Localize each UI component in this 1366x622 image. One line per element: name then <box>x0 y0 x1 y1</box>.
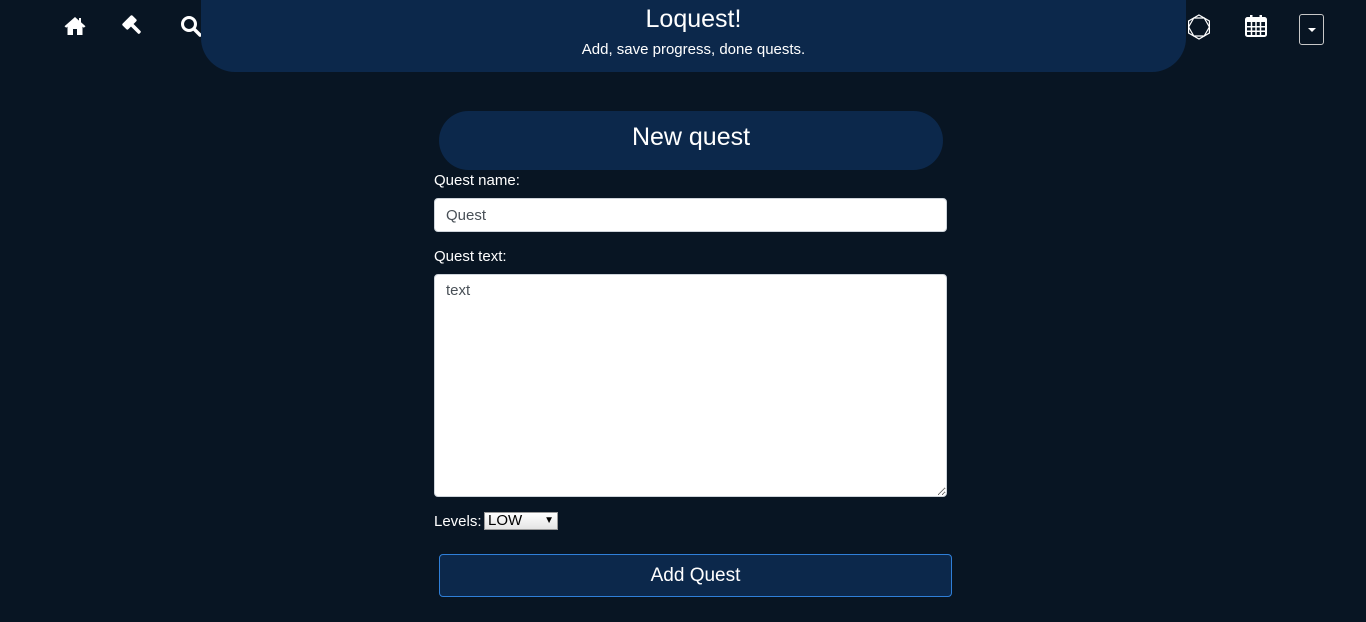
page: Loquest! Add, save progress, done quests… <box>0 0 1366 622</box>
select-arrow-icon: ▼ <box>544 515 554 526</box>
quest-text-area[interactable]: text <box>434 274 947 497</box>
hexagon-icon[interactable] <box>1186 14 1212 40</box>
form-heading: New quest <box>439 111 943 170</box>
app-title: Loquest! <box>645 5 742 33</box>
levels-label: Levels: <box>434 513 482 530</box>
app-subtitle: Add, save progress, done quests. <box>581 41 806 58</box>
add-quest-button[interactable]: Add Quest <box>439 554 952 597</box>
dropdown-toggle-button[interactable] <box>1299 14 1324 45</box>
app-banner: Loquest! Add, save progress, done quests… <box>201 0 1186 72</box>
search-icon[interactable] <box>179 14 203 38</box>
home-icon[interactable] <box>63 14 87 38</box>
quest-text-label: Quest text: <box>434 248 507 265</box>
quest-name-label: Quest name: <box>434 172 520 189</box>
levels-selected-value: LOW <box>488 512 523 529</box>
caret-down-icon <box>1308 28 1316 32</box>
levels-select[interactable]: LOW ▼ <box>484 512 558 530</box>
calendar-icon[interactable] <box>1244 14 1268 38</box>
quest-name-input[interactable] <box>434 198 947 232</box>
gavel-icon[interactable] <box>121 14 145 38</box>
